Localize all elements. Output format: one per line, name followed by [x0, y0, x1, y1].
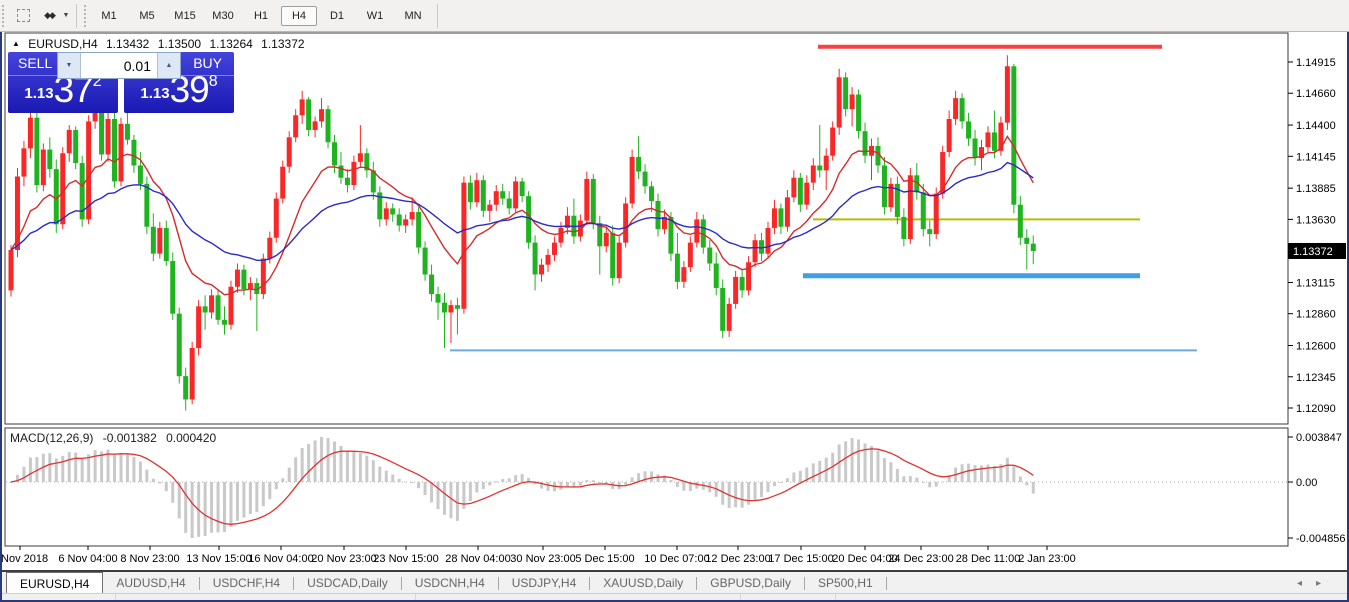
- tab-usdcnhh4[interactable]: USDCNH,H4: [402, 573, 498, 594]
- price-axis-label: 1.12345: [1296, 372, 1336, 384]
- tab-sp500h1[interactable]: SP500,H1: [805, 573, 886, 594]
- tab-audusdh4[interactable]: AUDUSD,H4: [103, 573, 198, 594]
- macd-axis-label: -0.004856: [1296, 533, 1346, 545]
- volume-increase-icon[interactable]: ▲: [158, 53, 180, 78]
- ohlc-high: 1.13500: [158, 37, 201, 51]
- time-axis-label: 30 Nov 23:00: [510, 553, 575, 565]
- price-axis-label: 1.13115: [1296, 277, 1335, 289]
- buy-price-sup: 8: [209, 73, 218, 90]
- macd-axis-label: 0.003847: [1296, 432, 1342, 444]
- tab-eurusdh4[interactable]: EURUSD,H4: [6, 572, 103, 595]
- chart-tab-bar: EURUSD,H4AUDUSD,H4USDCHF,H4USDCAD,DailyU…: [0, 570, 1349, 595]
- time-axis-label: 5 Dec 15:00: [575, 553, 634, 565]
- macd-value: -0.001382: [103, 431, 157, 445]
- macd-axis-label: 0.00: [1296, 477, 1317, 489]
- volume-control: ▼ ▲: [57, 52, 181, 79]
- macd-indicator-label: MACD(12,26,9) -0.001382 0.000420: [10, 431, 222, 445]
- symbol-name: EURUSD,H4: [28, 37, 97, 51]
- price-axis-label: 1.14915: [1296, 57, 1336, 69]
- tab-xauusddaily[interactable]: XAUUSD,Daily: [590, 573, 696, 594]
- tab-usdcaddaily[interactable]: USDCAD,Daily: [294, 573, 401, 594]
- time-axis-label: 23 Nov 15:00: [373, 553, 438, 565]
- price-axis: 1.14915 1.14660 1.14400 1.14145 1.13885 1.136…: [1288, 57, 1346, 415]
- symbol-ohlc-header: ▲ EURUSD,H4 1.13432 1.13500 1.13264 1.13…: [12, 37, 310, 51]
- tab-scroll-arrows[interactable]: ◂▸: [1297, 578, 1335, 589]
- buy-price-small: 1.13: [140, 85, 169, 102]
- ohlc-close: 1.13372: [261, 37, 304, 51]
- macd-axis: 0.003847 0.00 -0.004856: [1288, 432, 1346, 545]
- volume-decrease-icon[interactable]: ▼: [58, 53, 80, 78]
- collapse-panel-icon[interactable]: ▲: [12, 39, 20, 48]
- one-click-trading-panel: SELL 1.13372 BUY 1.13398 ▼ ▲: [8, 52, 234, 113]
- tab-gbpusddaily[interactable]: GBPUSD,Daily: [697, 573, 804, 594]
- ohlc-low: 1.13264: [209, 37, 252, 51]
- price-axis-label: 1.12600: [1296, 341, 1336, 353]
- mt4-window: ◆◆ ▼ M1M5M15M30H1H4D1W1MN 1.149151.14660…: [0, 0, 1349, 602]
- time-axis-label: 28 Nov 04:00: [445, 553, 510, 565]
- time-axis-label: 2 Jan 23:00: [1018, 553, 1076, 565]
- time-axis-label: 10 Dec 07:00: [644, 553, 709, 565]
- svg-text:1.13372: 1.13372: [1293, 246, 1333, 258]
- price-axis-label: 1.13885: [1296, 183, 1336, 195]
- time-axis-label: 1 Nov 2018: [0, 553, 48, 565]
- price-axis-label: 1.14400: [1296, 120, 1336, 132]
- ohlc-open: 1.13432: [106, 37, 149, 51]
- volume-input[interactable]: [80, 53, 158, 78]
- time-axis-label: 20 Nov 23:00: [311, 553, 376, 565]
- macd-name: MACD(12,26,9): [10, 431, 93, 445]
- time-axis-label: 13 Nov 15:00: [186, 553, 251, 565]
- price-axis-label: 1.12860: [1296, 309, 1336, 321]
- time-axis-label: 24 Dec 23:00: [888, 553, 953, 565]
- time-axis-label: 16 Nov 04:00: [248, 553, 313, 565]
- sell-price-small: 1.13: [24, 85, 53, 102]
- time-axis-label: 17 Dec 15:00: [768, 553, 833, 565]
- price-axis-label: 1.13630: [1296, 214, 1336, 226]
- price-axis-label: 1.14145: [1296, 151, 1336, 163]
- price-axis-label: 1.14660: [1296, 88, 1336, 100]
- time-axis-label: 12 Dec 23:00: [705, 553, 770, 565]
- time-axis: 1 Nov 2018 6 Nov 04:008 Nov 23:00 13 Nov 1…: [0, 546, 1076, 565]
- tab-usdjpyh4[interactable]: USDJPY,H4: [499, 573, 589, 594]
- price-axis-label: 1.12090: [1296, 403, 1336, 415]
- tab-usdchfh4[interactable]: USDCHF,H4: [200, 573, 293, 594]
- macd-signal-value: 0.000420: [166, 431, 216, 445]
- time-axis-label: 28 Dec 11:00: [956, 553, 1021, 565]
- time-axis-label: 8 Nov 23:00: [120, 553, 179, 565]
- window-border-left: [0, 32, 2, 602]
- time-axis-label: 6 Nov 04:00: [58, 553, 117, 565]
- tab-separator: [886, 577, 887, 590]
